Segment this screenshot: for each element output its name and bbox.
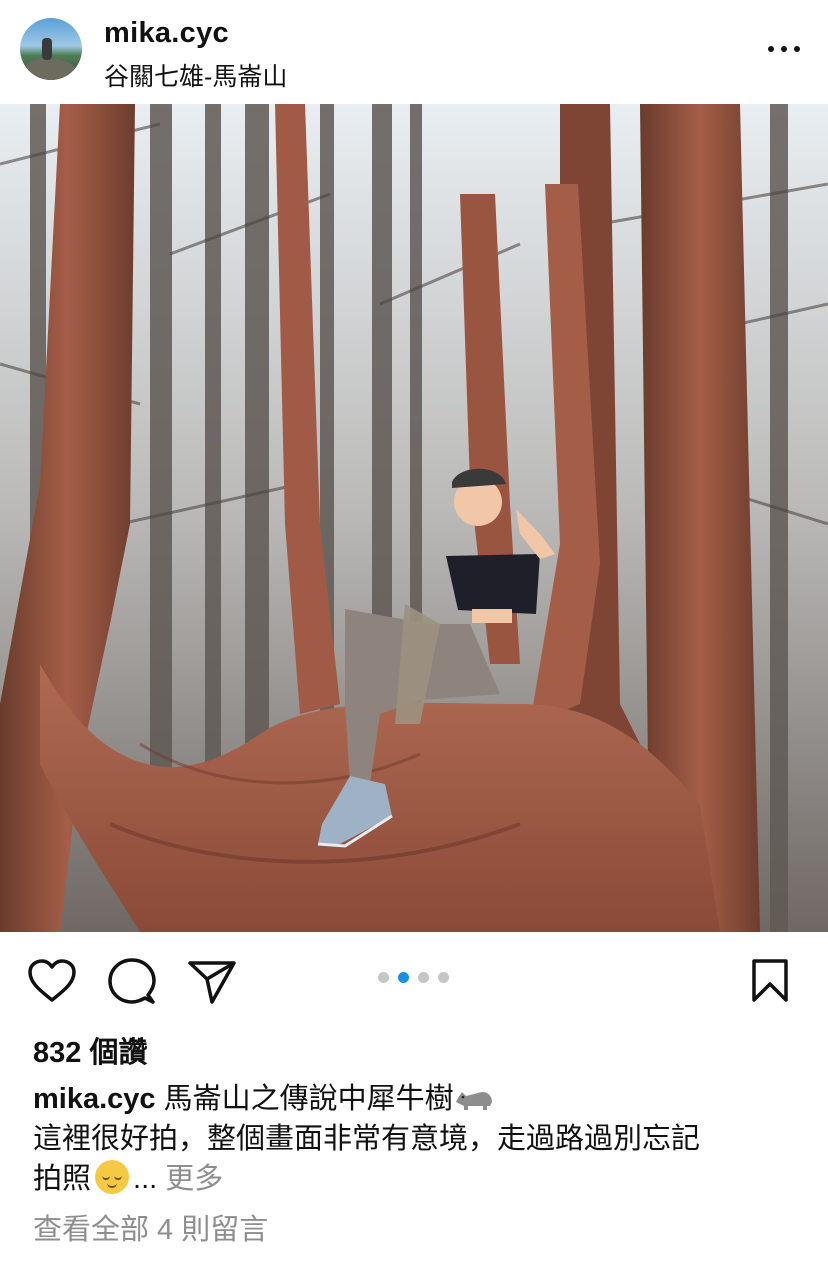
avatar-rock xyxy=(26,58,76,80)
avatar-figure xyxy=(42,38,52,60)
carousel-indicator xyxy=(378,970,458,983)
post-photo[interactable] xyxy=(0,104,828,932)
caption-line1: 馬崙山之傳說中犀牛樹 xyxy=(163,1083,454,1115)
caption: mika.cyc 馬崙山之傳說中犀牛樹 這裡很好拍，整個畫面非常有意境，走過路過… xyxy=(33,1079,803,1199)
view-comments-link[interactable]: 查看全部 4 則留言 xyxy=(33,1206,268,1248)
post-header: mika.cyc 谷關七雄-馬崙山 xyxy=(0,0,828,104)
avatar[interactable] xyxy=(20,18,82,80)
more-dots-icon[interactable] xyxy=(768,38,800,58)
action-bar xyxy=(0,932,828,1028)
carousel-dot-2[interactable] xyxy=(398,972,409,983)
username[interactable]: mika.cyc xyxy=(104,17,229,50)
bookmark-icon[interactable] xyxy=(751,959,789,1003)
location[interactable]: 谷關七雄-馬崙山 xyxy=(104,57,287,93)
heart-icon[interactable] xyxy=(28,959,76,1003)
caption-line3: 拍照 xyxy=(33,1163,92,1195)
more-link[interactable]: 更多 xyxy=(165,1163,223,1195)
likes-count[interactable]: 832 個讚 xyxy=(33,1029,147,1071)
caption-line2: 這裡很好拍，整個畫面非常有意境，走過路過別忘記 xyxy=(33,1123,701,1155)
caption-username[interactable]: mika.cyc xyxy=(33,1083,156,1115)
carousel-dot-3[interactable] xyxy=(418,972,429,983)
forest-tree-illustration xyxy=(0,104,828,932)
carousel-dot-1[interactable] xyxy=(378,972,389,983)
rhino-emoji xyxy=(455,1092,492,1110)
caption-ellipsis: ... xyxy=(133,1163,158,1195)
comment-bubble-icon[interactable] xyxy=(108,958,156,1006)
paper-plane-icon[interactable] xyxy=(188,960,236,1004)
relieved-face-emoji xyxy=(95,1160,130,1194)
carousel-dot-4[interactable] xyxy=(438,972,449,983)
